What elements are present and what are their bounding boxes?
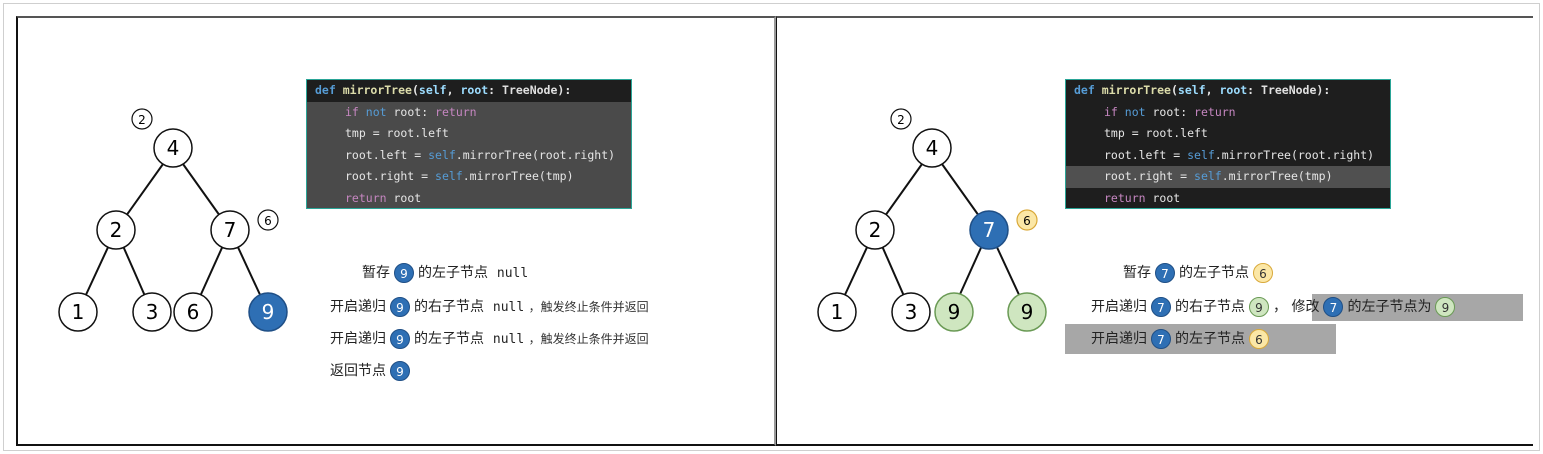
- node-label: 9: [948, 300, 961, 324]
- step-1: 暂存 7 的左子节点 6: [1123, 262, 1277, 284]
- node-badge: 9: [394, 263, 414, 283]
- node-label: 3: [146, 300, 159, 324]
- tree-node-left: 2: [96, 210, 136, 250]
- value-badge: 9: [1249, 297, 1269, 317]
- tree-node-root: 4: [912, 128, 952, 168]
- code-line-return: return root: [1104, 190, 1181, 205]
- tree-node-right-left: 6: [173, 292, 213, 332]
- call-depth-badge-root: 2: [890, 108, 912, 130]
- code-line-tmp: tmp = root.left: [1104, 126, 1208, 140]
- node-label: 2: [110, 218, 123, 242]
- node-badge: 7: [1151, 329, 1171, 349]
- tree-node-left-left: 1: [58, 292, 98, 332]
- node-badge: 7: [1151, 297, 1171, 317]
- badge-label: 2: [897, 113, 905, 127]
- code-block: def mirrorTree(self, root: TreeNode): if…: [306, 79, 632, 209]
- code-line-right: root.right = self.mirrorTree(tmp): [345, 169, 574, 183]
- badge-label: 6: [264, 214, 272, 228]
- code-line-left: root.left = self.mirrorTree(root.right): [345, 147, 616, 162]
- node-label: 6: [187, 300, 200, 324]
- call-depth-badge-right: 6: [257, 209, 279, 231]
- right-panel: 4 2 7 1 3 9 9 2 6 def mirrorTree(self, r…: [776, 16, 1533, 446]
- tree-node-root: 4: [153, 128, 193, 168]
- node-badge: 7: [1155, 263, 1175, 283]
- figure-frame: 4 2 7 1 3 6 9 2 6 def mirrorTree(self, r…: [3, 3, 1540, 451]
- node-label: 2: [869, 218, 882, 242]
- node-label: 9: [262, 300, 275, 324]
- tree-node-right-left: 9: [934, 292, 974, 332]
- call-depth-badge-root: 2: [131, 108, 153, 130]
- left-panel: 4 2 7 1 3 6 9 2 6 def mirrorTree(self, r…: [16, 16, 776, 446]
- tree-node-right: 7: [210, 210, 250, 250]
- code-line-if: if not root: return: [1104, 104, 1236, 119]
- node-badge: 9: [390, 361, 410, 381]
- node-label: 3: [905, 300, 918, 324]
- step-1: 暂存 9 的左子节点 null: [362, 263, 529, 283]
- code-line-left: root.left = self.mirrorTree(root.right): [1104, 147, 1375, 162]
- step-2: 开启递归 7 的右子节点 9， 修改 7 的左子节点为 9: [1091, 296, 1459, 318]
- code-line-tmp: tmp = root.left: [345, 126, 449, 140]
- tree-node-right-right: 9: [248, 292, 288, 332]
- code-line-if: if not root: return: [345, 104, 477, 119]
- tree-node-left-right: 3: [132, 292, 172, 332]
- tree-node-left: 2: [855, 210, 895, 250]
- node-label: 1: [72, 300, 85, 324]
- code-line-right-highlighted: root.right = self.mirrorTree(tmp): [1066, 166, 1390, 188]
- step-2: 开启递归 9 的右子节点 null ，触发终止条件并返回: [330, 297, 649, 317]
- code-block: def mirrorTree(self, root: TreeNode): if…: [1065, 79, 1391, 209]
- node-label: 7: [224, 218, 237, 242]
- node-label: 4: [167, 136, 180, 160]
- left-tree: 4 2 7 1 3 6 9 2 6: [58, 108, 288, 332]
- node-label: 4: [926, 136, 939, 160]
- code-line-def: def mirrorTree(self, root: TreeNode):: [307, 80, 631, 102]
- tree-node-left-right: 3: [891, 292, 931, 332]
- tree-node-right-right: 9: [1007, 292, 1047, 332]
- node-label: 7: [983, 218, 996, 242]
- right-tree: 4 2 7 1 3 9 9 2 6: [817, 108, 1047, 332]
- badge-label: 2: [138, 113, 146, 127]
- node-badge: 7: [1323, 297, 1344, 317]
- value-badge: 6: [1249, 329, 1269, 349]
- value-badge: 6: [1253, 263, 1273, 283]
- node-label: 1: [831, 300, 844, 324]
- value-badge: 9: [1435, 297, 1456, 317]
- node-badge: 9: [390, 297, 410, 317]
- call-depth-badge-right: 6: [1016, 209, 1038, 231]
- code-line-def: def mirrorTree(self, root: TreeNode):: [1066, 80, 1390, 102]
- step-4: 返回节点 9: [330, 360, 414, 382]
- tree-node-left-left: 1: [817, 292, 857, 332]
- code-line-return: return root: [345, 190, 422, 205]
- tree-node-right: 7: [969, 210, 1009, 250]
- step-3: 开启递归 7 的左子节点 6: [1091, 328, 1273, 350]
- node-label: 9: [1021, 300, 1034, 324]
- badge-label: 6: [1023, 214, 1031, 228]
- step-3: 开启递归 9 的左子节点 null ，触发终止条件并返回: [330, 329, 649, 349]
- node-badge: 9: [390, 329, 410, 349]
